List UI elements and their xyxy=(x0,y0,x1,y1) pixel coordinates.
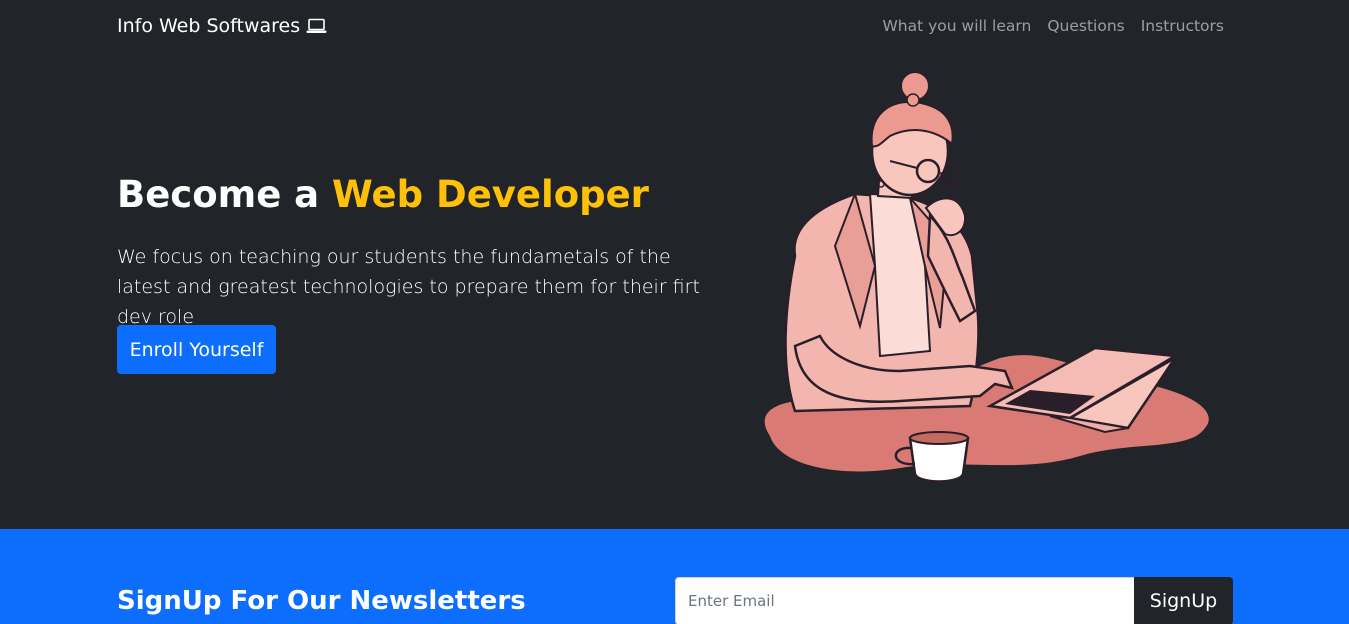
brand-link[interactable]: Info Web Softwares xyxy=(117,15,327,37)
woman-working-on-laptop-illustration xyxy=(750,66,1220,486)
navbar: Info Web Softwares What you will learn Q… xyxy=(0,0,1349,54)
newsletter-title: SignUp For Our Newsletters xyxy=(117,586,526,616)
nav-link-questions[interactable]: Questions xyxy=(1047,17,1124,35)
nav-links: What you will learn Questions Instructor… xyxy=(882,17,1224,35)
email-input[interactable] xyxy=(675,577,1135,624)
hero-title-prefix: Become a xyxy=(117,173,333,216)
signup-button[interactable]: SignUp xyxy=(1134,577,1233,624)
brand-name: Info Web Softwares xyxy=(117,15,301,37)
hero-title: Become a Web Developer xyxy=(117,173,649,216)
nav-link-what-you-will-learn[interactable]: What you will learn xyxy=(882,17,1031,35)
laptop-icon xyxy=(306,18,327,34)
nav-link-instructors[interactable]: Instructors xyxy=(1141,17,1224,35)
hero-title-accent: Web Developer xyxy=(332,173,649,216)
newsletter-section: SignUp For Our Newsletters SignUp xyxy=(0,529,1349,624)
hero-lead: We focus on teaching our students the fu… xyxy=(117,246,700,328)
enroll-button[interactable]: Enroll Yourself xyxy=(117,325,276,374)
hero-section: Become a Web Developer We focus on teach… xyxy=(0,54,1349,529)
